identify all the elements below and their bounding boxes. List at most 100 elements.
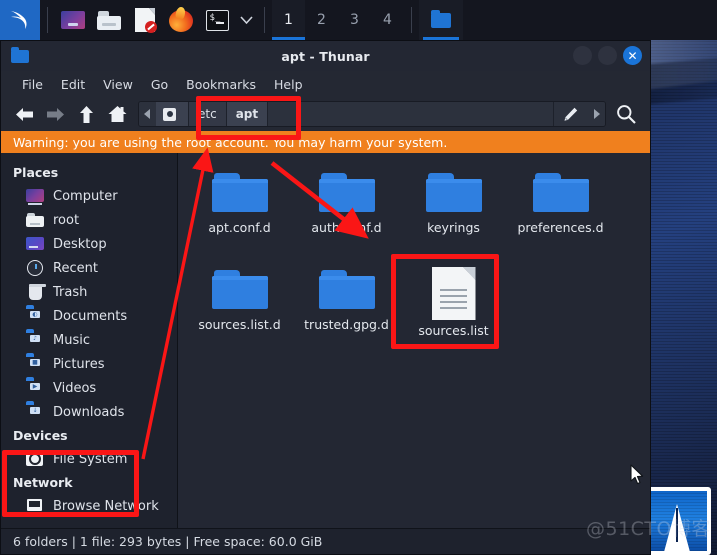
file-item-label: keyrings <box>427 221 480 235</box>
sidebar-item-desktop-label: Desktop <box>53 236 107 252</box>
back-button[interactable] <box>9 100 40 128</box>
folder-icon[interactable] <box>94 5 124 35</box>
breadcrumb-etc[interactable]: etc <box>189 102 227 126</box>
files-manager-icon[interactable] <box>58 5 88 35</box>
menu-go[interactable]: Go <box>142 74 177 95</box>
text-editor-icon[interactable] <box>130 5 160 35</box>
sidebar-item-root-label: root <box>53 212 80 228</box>
forward-button[interactable] <box>40 100 71 128</box>
menu-file[interactable]: File <box>13 74 52 95</box>
sidebar-item-recent[interactable]: Recent <box>1 256 177 280</box>
firefox-icon[interactable] <box>166 5 196 35</box>
file-item-auth-conf-d[interactable]: auth.conf.d <box>293 165 400 260</box>
sidebar-item-file-system[interactable]: File System <box>1 447 177 471</box>
workspace-3[interactable]: 3 <box>338 0 371 40</box>
menu-bookmarks[interactable]: Bookmarks <box>177 74 265 95</box>
file-item-label: trusted.gpg.d <box>304 318 389 332</box>
file-item-label: sources.list <box>418 324 489 338</box>
videos-folder-icon: ▶ <box>26 380 44 396</box>
file-item-sources-list[interactable]: sources.list <box>400 262 507 357</box>
window-titlebar[interactable]: apt - Thunar ✕ <box>1 41 650 71</box>
taskbar: $_ 1 2 3 4 <box>0 0 717 40</box>
breadcrumb-filesystem[interactable] <box>156 102 189 126</box>
firefox-glyph <box>169 6 193 32</box>
folder-icon <box>211 170 268 215</box>
file-item-preferences-d[interactable]: preferences.d <box>507 165 614 260</box>
sidebar-item-browse-network[interactable]: Browse Network <box>1 494 177 518</box>
taskbar-separator-1 <box>47 7 48 33</box>
breadcrumb-apt[interactable]: apt <box>226 102 269 126</box>
file-item-sources-list-d[interactable]: sources.list.d <box>186 262 293 357</box>
breadcrumb-etc-label: etc <box>198 107 217 121</box>
terminal-icon[interactable]: $_ <box>202 5 232 35</box>
sidebar-section-places: Places <box>13 165 59 180</box>
sidebar-item-pictures-label: Pictures <box>53 356 105 372</box>
sidebar-item-videos[interactable]: ▶ Videos <box>1 376 177 400</box>
workspace-4[interactable]: 4 <box>371 0 404 40</box>
window-title: apt - Thunar <box>281 48 370 64</box>
menu-edit[interactable]: Edit <box>52 74 94 95</box>
maximize-button[interactable] <box>598 46 617 65</box>
menubar: File Edit View Go Bookmarks Help <box>1 71 650 97</box>
taskbar-separator-3 <box>411 7 412 33</box>
chevron-down-icon[interactable] <box>235 5 257 35</box>
thunar-window: apt - Thunar ✕ File Edit View Go Bookmar… <box>0 40 651 555</box>
statusbar: 6 folders | 1 file: 293 bytes | Free spa… <box>1 528 650 554</box>
recent-clock-icon <box>26 260 44 276</box>
file-item-apt-conf-d[interactable]: apt.conf.d <box>186 165 293 260</box>
minimize-button[interactable] <box>573 46 592 65</box>
sidebar-item-downloads[interactable]: ↓ Downloads <box>1 400 177 424</box>
search-icon[interactable] <box>610 100 642 128</box>
folder-icon <box>211 267 268 312</box>
sidebar-item-computer[interactable]: Computer <box>1 184 177 208</box>
window-body: Places Computer root Desktop Recent Tras… <box>1 153 650 528</box>
file-item-label: sources.list.d <box>198 318 281 332</box>
pictures-folder-icon: ■ <box>26 356 44 372</box>
workspace-2[interactable]: 2 <box>305 0 338 40</box>
network-icon <box>26 498 44 514</box>
sidebar-item-music[interactable]: ♪ Music <box>1 328 177 352</box>
sidebar-item-trash[interactable]: Trash <box>1 280 177 304</box>
folder-icon <box>318 170 375 215</box>
file-view[interactable]: apt.conf.d auth.conf.d keyrings preferen… <box>178 153 650 528</box>
file-item-keyrings[interactable]: keyrings <box>400 165 507 260</box>
statusbar-text: 6 folders | 1 file: 293 bytes | Free spa… <box>13 534 323 549</box>
file-item-label: apt.conf.d <box>208 221 271 235</box>
text-file-icon <box>431 267 476 320</box>
sidebar-item-trash-label: Trash <box>53 284 88 300</box>
home-folder-icon <box>26 212 44 228</box>
edit-path-button[interactable] <box>553 102 587 126</box>
breadcrumb-scroll-left[interactable] <box>139 102 156 126</box>
sidebar-item-pictures[interactable]: ■ Pictures <box>1 352 177 376</box>
sidebar-section-network: Network <box>13 475 73 490</box>
workspace-1[interactable]: 1 <box>272 0 305 40</box>
folder-glyph <box>97 10 121 30</box>
text-editor-glyph <box>135 8 157 33</box>
documents-folder-icon: ◐ <box>26 308 44 324</box>
menu-help[interactable]: Help <box>265 74 312 95</box>
folder-icon <box>318 267 375 312</box>
toolbar: etc apt <box>1 97 650 131</box>
thunar-task-button[interactable] <box>419 0 463 40</box>
breadcrumb-scroll-right[interactable] <box>587 102 605 126</box>
menu-view[interactable]: View <box>94 74 142 95</box>
sidebar-item-documents[interactable]: ◐ Documents <box>1 304 177 328</box>
breadcrumb-apt-label: apt <box>235 107 259 121</box>
file-item-trusted-gpg-d[interactable]: trusted.gpg.d <box>293 262 400 357</box>
home-button[interactable] <box>102 100 133 128</box>
sidebar-item-root[interactable]: root <box>1 208 177 232</box>
sidebar-item-file-system-label: File System <box>53 451 128 467</box>
drive-icon <box>26 451 44 467</box>
terminal-glyph: $_ <box>205 9 229 31</box>
breadcrumb-empty-area[interactable] <box>268 102 553 126</box>
sidebar-item-music-label: Music <box>53 332 90 348</box>
sidebar: Places Computer root Desktop Recent Tras… <box>1 153 178 528</box>
sidebar-item-browse-network-label: Browse Network <box>53 498 159 514</box>
close-button[interactable]: ✕ <box>623 46 642 65</box>
kali-menu-icon[interactable] <box>0 0 40 40</box>
sidebar-item-desktop[interactable]: Desktop <box>1 232 177 256</box>
up-button[interactable] <box>71 100 102 128</box>
sidebar-item-documents-label: Documents <box>53 308 128 324</box>
workspace-1-label: 1 <box>284 12 293 28</box>
workspace-switcher: 1 2 3 4 <box>272 0 404 40</box>
